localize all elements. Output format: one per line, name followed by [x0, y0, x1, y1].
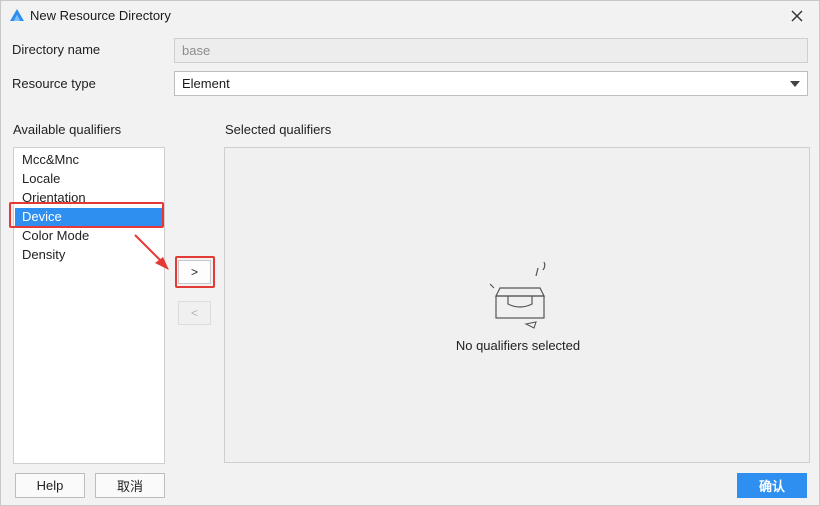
close-button[interactable]	[787, 6, 807, 26]
directory-name-field[interactable]: base	[174, 38, 808, 63]
list-item-density[interactable]: Density	[15, 246, 163, 265]
selected-qualifiers-panel: No qualifiers selected	[224, 147, 810, 463]
cancel-button[interactable]: 取消	[95, 473, 165, 498]
resource-type-select[interactable]: Element	[174, 71, 808, 96]
available-qualifiers-label: Available qualifiers	[13, 122, 122, 137]
list-item-device[interactable]: Device	[15, 208, 163, 227]
remove-qualifier-button[interactable]: <	[178, 301, 211, 325]
selected-qualifiers-label: Selected qualifiers	[225, 122, 332, 137]
resource-type-value: Element	[182, 76, 230, 91]
resource-type-label: Resource type	[12, 76, 96, 91]
empty-state-text: No qualifiers selected	[455, 338, 581, 353]
list-item-mcc-mnc[interactable]: Mcc&Mnc	[15, 151, 163, 170]
window-title: New Resource Directory	[30, 8, 171, 23]
empty-tray-icon	[489, 261, 546, 329]
add-qualifier-button[interactable]: >	[178, 260, 211, 284]
close-icon	[791, 10, 803, 22]
harmony-app-icon	[10, 9, 24, 21]
list-item-color-mode[interactable]: Color Mode	[15, 227, 163, 246]
list-item-orientation[interactable]: Orientation	[15, 189, 163, 208]
chevron-down-icon	[790, 81, 800, 87]
new-resource-directory-dialog: New Resource Directory Directory name ba…	[0, 0, 820, 506]
help-button[interactable]: Help	[15, 473, 85, 498]
confirm-button[interactable]: 确认	[737, 473, 807, 498]
title-bar: New Resource Directory	[1, 1, 819, 31]
directory-name-label: Directory name	[12, 42, 101, 57]
available-qualifiers-list: Mcc&Mnc Locale Orientation Device Color …	[13, 147, 165, 464]
list-item-locale[interactable]: Locale	[15, 170, 163, 189]
